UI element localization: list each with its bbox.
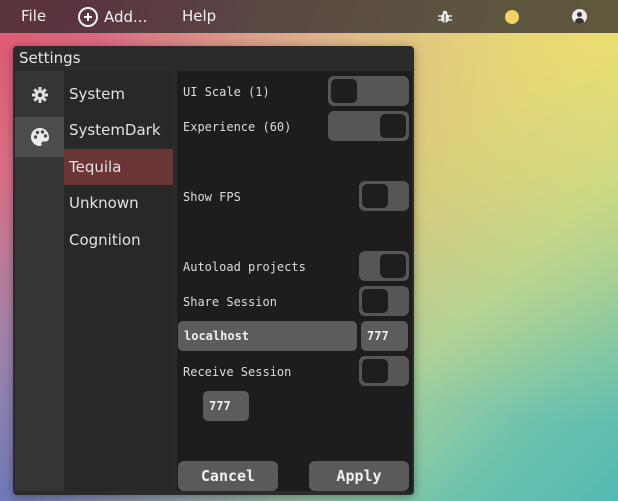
top-menubar: File Add... Help — [0, 0, 618, 33]
menu-add[interactable]: Add... — [78, 0, 147, 33]
receive-port-input[interactable]: 777 — [203, 391, 249, 421]
autoload-projects-toggle-knob — [380, 254, 406, 278]
port-input[interactable]: 777 — [361, 321, 408, 351]
settings-panel: UI Scale (1) Experience (60) Show FPS Au… — [177, 71, 412, 491]
show-fps-toggle-knob — [362, 184, 388, 208]
settings-window: Settings System SystemDark Tequila Unkno… — [13, 46, 414, 495]
share-session-toggle-knob — [362, 289, 388, 313]
user-icon[interactable] — [572, 9, 587, 24]
theme-item-system[interactable]: System — [64, 76, 173, 112]
palette-icon[interactable] — [15, 117, 64, 157]
experience-slider-handle[interactable] — [380, 114, 406, 138]
menu-add-label: Add... — [104, 7, 148, 26]
cancel-button[interactable]: Cancel — [178, 461, 278, 491]
ui-scale-label: UI Scale (1) — [183, 85, 270, 99]
receive-session-toggle[interactable] — [359, 356, 409, 386]
bug-icon[interactable] — [437, 9, 453, 29]
window-title: Settings — [19, 49, 81, 67]
theme-item-unknown[interactable]: Unknown — [64, 185, 173, 221]
experience-label: Experience (60) — [183, 120, 292, 134]
host-input[interactable]: localhost — [178, 321, 357, 351]
receive-session-toggle-knob — [362, 359, 388, 383]
ui-scale-slider[interactable] — [328, 76, 409, 106]
theme-item-cognition[interactable]: Cognition — [64, 222, 173, 258]
experience-slider[interactable] — [328, 111, 409, 141]
autoload-projects-toggle[interactable] — [359, 251, 409, 281]
settings-category-bar — [15, 71, 64, 491]
menu-file[interactable]: File — [21, 0, 46, 33]
theme-list: System SystemDark Tequila Unknown Cognit… — [64, 71, 173, 491]
theme-item-tequila[interactable]: Tequila — [64, 149, 173, 185]
gear-icon[interactable] — [15, 77, 64, 113]
ui-scale-slider-handle[interactable] — [331, 79, 357, 103]
menu-help[interactable]: Help — [182, 0, 216, 33]
plus-circle-icon — [78, 6, 98, 27]
share-session-toggle[interactable] — [359, 286, 409, 316]
show-fps-label: Show FPS — [183, 190, 241, 204]
show-fps-toggle[interactable] — [359, 181, 409, 211]
theme-item-systemdark[interactable]: SystemDark — [64, 112, 173, 148]
share-session-label: Share Session — [183, 295, 277, 309]
autoload-projects-label: Autoload projects — [183, 260, 306, 274]
status-dot-icon[interactable] — [505, 10, 519, 24]
receive-session-label: Receive Session — [183, 365, 292, 379]
apply-button[interactable]: Apply — [309, 461, 409, 491]
